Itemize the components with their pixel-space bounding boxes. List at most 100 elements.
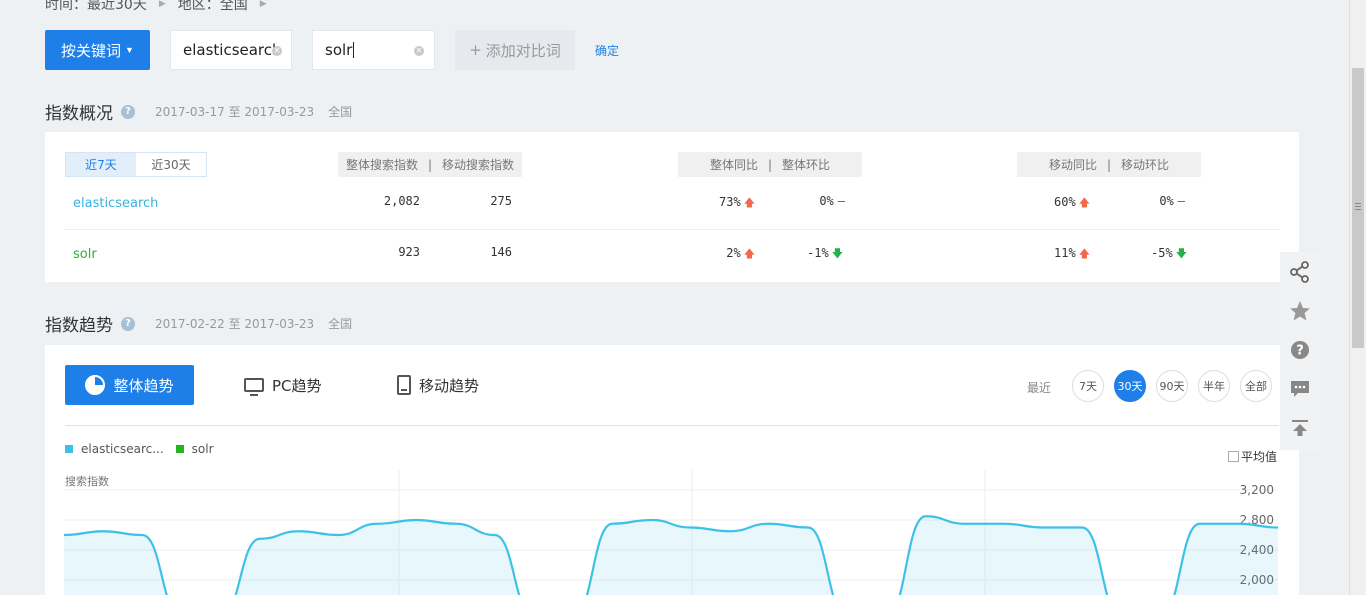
table-row: solr 923 146 2% 🡅 -1% 🡇 11% 🡅 -5% 🡇: [65, 231, 1279, 281]
overview-title: 指数概况: [45, 104, 113, 124]
help-icon[interactable]: ?: [121, 104, 135, 119]
keyword-2-value: solr: [325, 41, 353, 59]
table-row: elasticsearch 2,082 275 73% 🡅 0% — 60% 🡅 0%…: [65, 180, 1279, 230]
overview-region: 全国: [328, 105, 353, 119]
back-to-top-icon[interactable]: [1280, 408, 1320, 447]
monitor-icon: [244, 378, 264, 396]
arrow-down-icon: 🡇: [1175, 247, 1187, 260]
row-m-yoy: 60% 🡅: [1015, 194, 1090, 213]
trend-panel: 整体趋势 PC趋势 移动趋势 最近 7天 30天 90天 半年 全部 elast…: [45, 345, 1299, 595]
row-yoy: 2% 🡅: [685, 245, 755, 264]
region-filter[interactable]: 地区：全国: [178, 0, 248, 14]
range-30days[interactable]: 30天: [1114, 370, 1146, 402]
clear-icon[interactable]: ×: [414, 46, 424, 56]
arrow-up-icon: 🡅: [1078, 196, 1090, 209]
divider: |: [1106, 157, 1112, 172]
range-all[interactable]: 全部: [1240, 370, 1272, 402]
header-overall-yoy: 整体同比: [709, 158, 758, 172]
tab-overall-trend[interactable]: 整体趋势: [65, 365, 194, 405]
average-toggle[interactable]: 平均值: [1228, 448, 1277, 465]
confirm-link[interactable]: 确定: [595, 42, 619, 59]
header-mobile-yoy: 移动同比: [1048, 158, 1097, 172]
row-mobile: 275: [490, 194, 512, 208]
row-mobile: 146: [490, 245, 512, 259]
share-icon[interactable]: [1280, 252, 1320, 291]
row-keyword[interactable]: elasticsearch: [73, 196, 158, 211]
average-label: 平均值: [1241, 450, 1278, 464]
legend-swatch-solr: [175, 445, 184, 453]
side-toolbar: ?: [1280, 252, 1320, 450]
tab-pc-trend[interactable]: PC趋势: [244, 365, 322, 405]
legend-elasticsearch[interactable]: elasticsearc...: [81, 442, 164, 456]
range-90days[interactable]: 90天: [1156, 370, 1188, 402]
arrow-up-icon: 🡅: [743, 247, 755, 260]
text-cursor: [353, 42, 355, 58]
range-7days[interactable]: 7天: [1072, 370, 1104, 402]
legend-solr[interactable]: solr: [192, 442, 214, 456]
comment-icon[interactable]: [1280, 369, 1320, 408]
keyword-input-2[interactable]: solr ×: [312, 30, 435, 70]
flat-dash-icon: —: [837, 194, 845, 208]
row-qoq: -1% 🡇: [765, 245, 843, 264]
star-icon[interactable]: [1280, 291, 1320, 330]
scrollbar-grip: [1355, 203, 1361, 210]
trend-region: 全国: [328, 317, 353, 331]
row-qoq-value: 0%: [819, 194, 834, 208]
help-icon[interactable]: ?: [121, 316, 135, 331]
row-m-yoy: 11% 🡅: [1015, 245, 1090, 264]
overview-header: 指数概况 ? 2017-03-17 至 2017-03-23 全国: [45, 99, 352, 124]
range-half-year[interactable]: 半年: [1198, 370, 1230, 402]
row-yoy: 73% 🡅: [685, 194, 755, 213]
scrollbar[interactable]: [1349, 0, 1366, 595]
row-m-qoq: 0% —: [1105, 194, 1185, 208]
header-overall-qoq: 整体环比: [782, 158, 831, 172]
trend-header: 指数趋势 ? 2017-02-22 至 2017-03-23 全国: [45, 311, 352, 336]
trend-date-range: 2017-02-22 至 2017-03-23: [155, 317, 315, 331]
divider: |: [427, 157, 433, 172]
overall-change-header: 整体同比 | 整体环比: [678, 152, 862, 177]
chart-legend: elasticsearc... solr: [65, 442, 214, 456]
divider: |: [767, 157, 773, 172]
tab-mobile-trend-label: 移动趋势: [419, 376, 480, 395]
tab-overall-trend-label: 整体趋势: [113, 376, 174, 395]
header-total-search: 整体搜索指数: [345, 158, 418, 172]
row-m-yoy-value: 11%: [1054, 246, 1076, 260]
keyword-mode-button[interactable]: 按关键词 ▼: [45, 30, 150, 70]
row-total: 2,082: [383, 194, 420, 208]
keyword-mode-label: 按关键词: [61, 42, 122, 60]
filter-row: 时间：最近30天 ▶ 地区：全国 ▶: [45, 0, 267, 14]
tab-mobile-trend[interactable]: 移动趋势: [397, 365, 479, 405]
trend-title: 指数趋势: [45, 316, 113, 336]
plus-icon: +: [469, 41, 482, 59]
clear-icon[interactable]: ×: [272, 46, 282, 56]
time-filter[interactable]: 时间：最近30天: [45, 0, 147, 14]
trend-chart: 搜索指数 3,2002,8002,4002,000: [63, 470, 1279, 595]
header-mobile-qoq: 移动环比: [1121, 158, 1170, 172]
tab-pc-trend-label: PC趋势: [272, 376, 322, 395]
row-yoy-value: 73%: [719, 195, 741, 209]
header-mobile-search: 移动搜索指数: [442, 158, 515, 172]
pie-chart-icon: [85, 375, 106, 395]
row-m-qoq-value: -5%: [1151, 246, 1173, 260]
keyword-row: 按关键词 ▼ elasticsearch × solr × + 添加对比词 确定: [45, 30, 619, 70]
recent-label: 最近: [1027, 381, 1052, 395]
row-m-qoq: -5% 🡇: [1105, 245, 1187, 264]
checkbox[interactable]: [1228, 451, 1239, 462]
row-qoq: 0% —: [765, 194, 845, 208]
add-compare-button[interactable]: + 添加对比词: [455, 30, 575, 70]
row-keyword[interactable]: solr: [73, 247, 97, 262]
row-m-yoy-value: 60%: [1054, 195, 1076, 209]
tab-7days[interactable]: 近7天: [66, 153, 136, 176]
help-icon[interactable]: ?: [1280, 330, 1320, 369]
overview-date-range: 2017-03-17 至 2017-03-23: [155, 105, 315, 119]
tab-30days[interactable]: 近30天: [136, 153, 206, 176]
caret-down-icon: ▼: [125, 45, 134, 55]
search-index-header: 整体搜索指数 | 移动搜索指数: [338, 152, 522, 177]
row-yoy-value: 2%: [726, 246, 741, 260]
arrow-down-icon: 🡇: [831, 247, 843, 260]
phone-icon: [397, 375, 411, 395]
mobile-change-header: 移动同比 | 移动环比: [1017, 152, 1201, 177]
keyword-input-1[interactable]: elasticsearch ×: [170, 30, 292, 70]
svg-text:?: ?: [1296, 343, 1304, 358]
row-qoq-value: -1%: [807, 246, 829, 260]
